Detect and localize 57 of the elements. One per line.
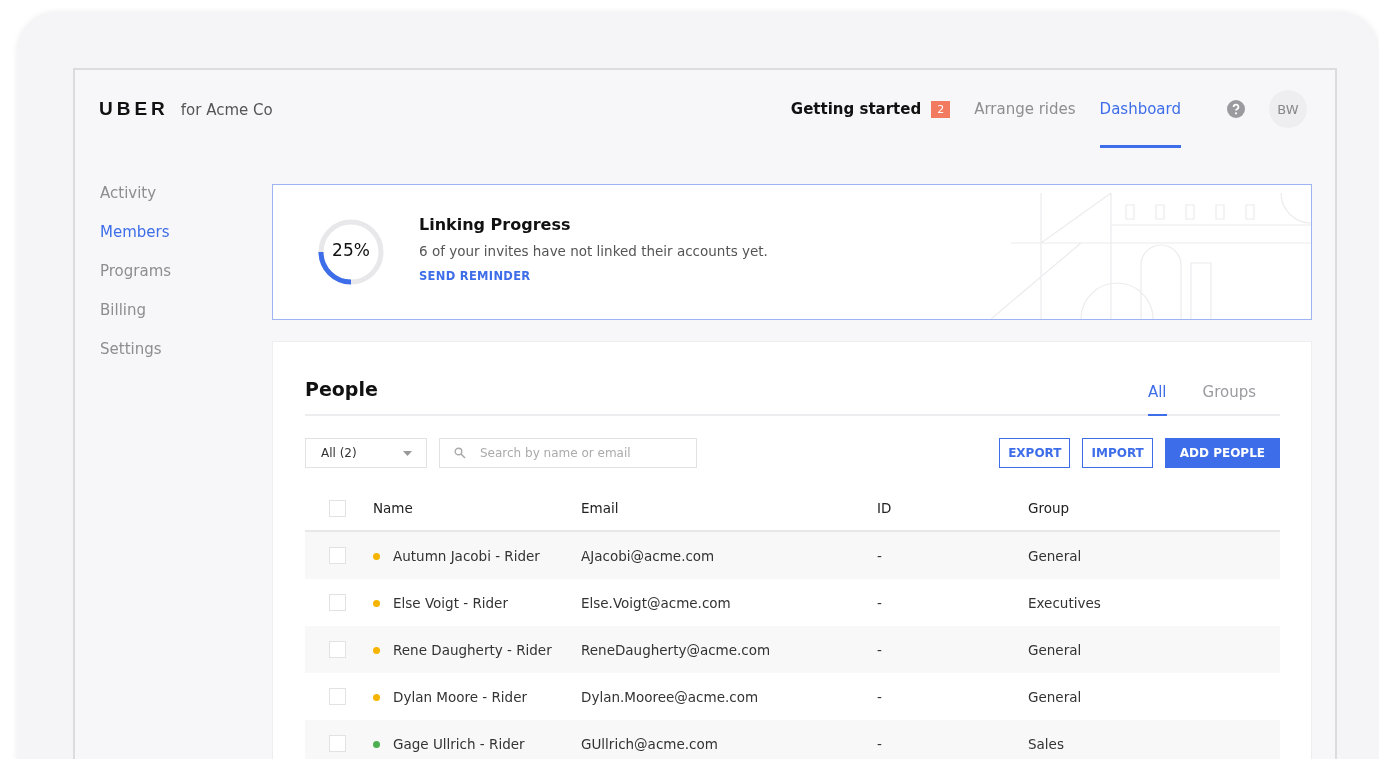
add-button[interactable]: ADD PEOPLE bbox=[1164, 438, 1280, 468]
nav-tab[interactable]: Dashboard bbox=[1099, 70, 1181, 148]
table-cell: General bbox=[1028, 688, 1082, 705]
row-checkbox[interactable] bbox=[329, 688, 346, 705]
logo-text: UBER bbox=[99, 98, 169, 120]
table-cell: Sales bbox=[1028, 735, 1064, 752]
table-cell: General bbox=[1028, 547, 1082, 564]
table-cell: GUllrich@acme.com bbox=[581, 735, 718, 752]
sidebar-item[interactable]: Programs bbox=[100, 260, 272, 283]
filter-tab[interactable]: All bbox=[1147, 383, 1167, 416]
nav-tab[interactable]: Arrange rides bbox=[974, 70, 1076, 148]
row-checkbox[interactable] bbox=[329, 594, 346, 611]
nav-tab[interactable]: Getting started bbox=[790, 70, 922, 148]
column-header: Group bbox=[1028, 500, 1070, 516]
caret-icon bbox=[403, 450, 412, 456]
count-badge: 2 bbox=[931, 100, 951, 118]
table-cell: - bbox=[877, 547, 882, 564]
table-cell: Executives bbox=[1028, 594, 1101, 611]
send-reminder-link[interactable]: SEND REMINDER bbox=[419, 268, 531, 283]
action-button[interactable]: EXPORT bbox=[999, 438, 1071, 468]
progress-description: 6 of your invites have not linked their accounts yet. bbox=[419, 242, 768, 259]
progress-title: Linking Progress bbox=[419, 214, 572, 234]
table-cell: - bbox=[877, 594, 882, 611]
sidebar-item[interactable]: Settings bbox=[100, 338, 272, 361]
sidebar-item[interactable]: Members bbox=[100, 221, 272, 244]
table-cell: Else Voigt - Rider bbox=[393, 594, 508, 611]
progress-percent: 25% bbox=[331, 240, 371, 260]
search-icon bbox=[454, 447, 466, 459]
select-all-checkbox[interactable] bbox=[329, 499, 346, 517]
user-avatar[interactable]: BW bbox=[1269, 90, 1307, 128]
column-header: Email bbox=[581, 500, 619, 516]
filter-tab[interactable]: Groups bbox=[1202, 383, 1256, 416]
column-header: ID bbox=[877, 500, 892, 516]
row-checkbox[interactable] bbox=[329, 735, 346, 752]
table-cell: - bbox=[877, 641, 882, 658]
action-button[interactable]: IMPORT bbox=[1082, 438, 1153, 468]
filter-dropdown[interactable]: All (2) bbox=[305, 438, 427, 468]
table-cell: Else.Voigt@acme.com bbox=[581, 594, 731, 611]
table-cell: Dylan.Mooree@acme.com bbox=[581, 688, 759, 705]
table-cell: ReneDaugherty@acme.com bbox=[581, 641, 771, 658]
table-cell: - bbox=[877, 688, 882, 705]
table-cell: Rene Daugherty - Rider bbox=[393, 641, 552, 658]
table-cell: Dylan Moore - Rider bbox=[393, 688, 527, 705]
company-name: for Acme Co bbox=[180, 101, 273, 119]
table-cell: Gage Ullrich - Rider bbox=[393, 735, 525, 752]
sidebar-item[interactable]: Activity bbox=[100, 182, 272, 205]
sidebar-item[interactable]: Billing bbox=[100, 299, 272, 322]
section-title: People bbox=[305, 378, 378, 400]
row-checkbox[interactable] bbox=[329, 641, 346, 658]
table-cell: General bbox=[1028, 641, 1082, 658]
table-cell: - bbox=[877, 735, 882, 752]
table-cell: Autumn Jacobi - Rider bbox=[393, 547, 540, 564]
table-cell: AJacobi@acme.com bbox=[581, 547, 715, 564]
help-icon[interactable] bbox=[1227, 100, 1245, 118]
column-header: Name bbox=[373, 500, 413, 516]
row-checkbox[interactable] bbox=[329, 547, 346, 564]
search-field[interactable]: Search by name or email bbox=[439, 438, 697, 468]
